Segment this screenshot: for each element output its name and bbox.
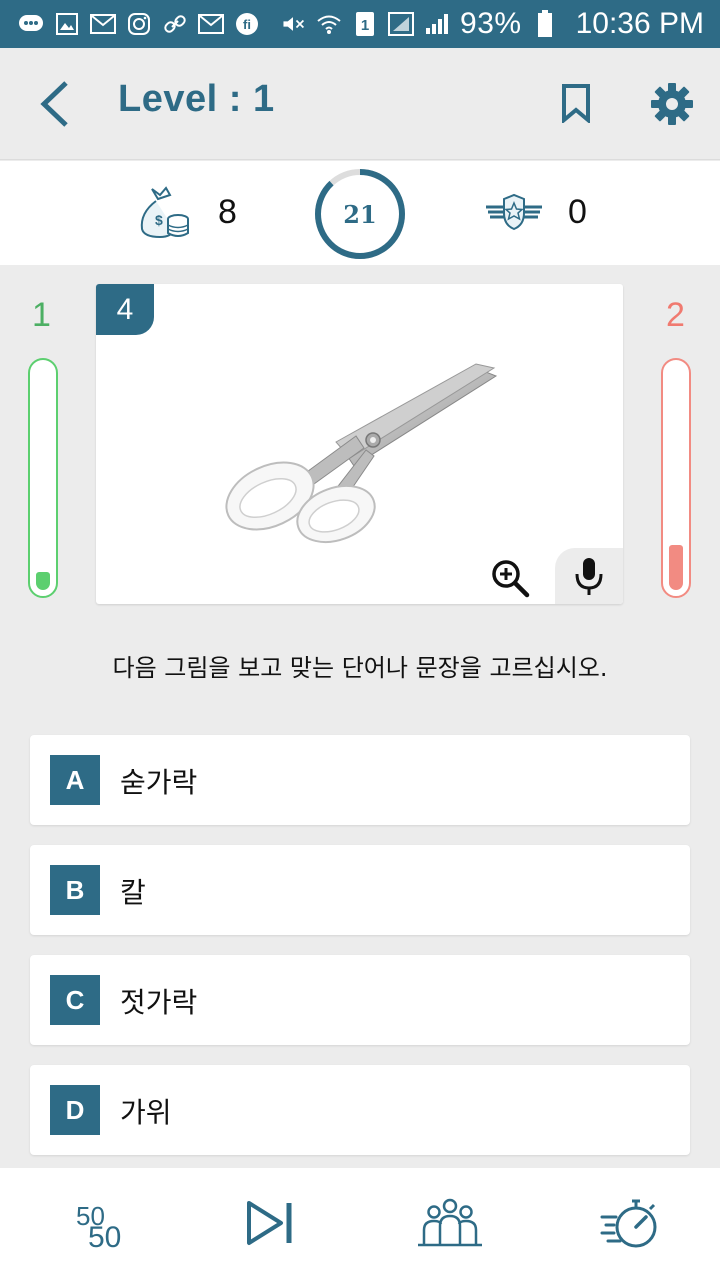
microphone-icon: [575, 558, 603, 595]
coins-count: 8: [218, 193, 237, 231]
answer-text: 젓가락: [120, 986, 198, 1019]
wifi-icon: [316, 11, 342, 37]
messages-icon: [18, 11, 44, 37]
app-icon: fi: [234, 11, 260, 37]
clock: 10:36 PM: [575, 7, 704, 40]
question-number: 4: [96, 284, 154, 335]
skip-icon: [247, 1201, 292, 1245]
mute-icon: [280, 11, 306, 37]
wrong-count: 2: [666, 296, 685, 334]
svg-text:fi: fi: [243, 17, 251, 32]
microphone-button[interactable]: [555, 548, 623, 604]
signal-icon: [424, 11, 450, 37]
scissors-image: [225, 363, 498, 544]
audience-button[interactable]: [410, 1190, 490, 1256]
answer-text: 숟가락: [120, 766, 198, 799]
signal-icon: [388, 11, 415, 37]
status-bar: fi 1 93% 10:36 PM: [0, 0, 720, 48]
gear-icon: [651, 83, 693, 125]
zoom-button[interactable]: [488, 556, 532, 600]
back-button[interactable]: [30, 76, 78, 132]
answer-letter: D: [50, 1085, 100, 1135]
fifty-fifty-button[interactable]: 50 50: [52, 1190, 132, 1256]
battery-icon: [532, 10, 558, 37]
wrong-meter: [661, 358, 691, 598]
chevron-left-icon: [40, 81, 68, 127]
answer-text: 칼: [120, 876, 146, 909]
winged-badge-icon: [486, 193, 542, 231]
gallery-icon: [54, 11, 80, 37]
money-bag-icon: $: [140, 186, 189, 239]
page-title: Level : 1: [118, 78, 275, 120]
badges-count: 0: [568, 193, 587, 231]
settings-button[interactable]: [648, 80, 696, 128]
answer-letter: B: [50, 865, 100, 915]
stopwatch-icon: [600, 1199, 657, 1248]
score-strip: $ 8 21 0: [0, 161, 720, 265]
fifty-bottom: 50: [88, 1221, 122, 1254]
wrong-meter-fill: [669, 545, 683, 590]
countdown-value: 21: [343, 199, 377, 229]
notification-icons: fi: [18, 11, 260, 37]
svg-text:$: $: [155, 212, 163, 228]
question-card: 4: [96, 284, 623, 604]
answer-option-b[interactable]: B 칼: [30, 845, 690, 935]
correct-meter-fill: [36, 572, 50, 590]
lifeline-bar: 50 50: [0, 1168, 720, 1280]
question-prompt: 다음 그림을 보고 맞는 단어나 문장을 고르십시오.: [112, 654, 608, 682]
answer-option-a[interactable]: A 숟가락: [30, 735, 690, 825]
bookmark-icon: [562, 84, 590, 123]
answer-option-d[interactable]: D 가위: [30, 1065, 690, 1155]
skip-button[interactable]: [230, 1190, 310, 1256]
add-time-button[interactable]: [590, 1190, 670, 1256]
answer-letter: A: [50, 755, 100, 805]
answer-letter: C: [50, 975, 100, 1025]
fifty-fifty-icon: 50 50: [62, 1195, 122, 1254]
zoom-in-icon: [492, 560, 530, 598]
correct-meter: [28, 358, 58, 598]
correct-count: 1: [32, 296, 51, 334]
audience-icon: [418, 1198, 482, 1247]
link-icon: [162, 11, 188, 37]
sim-icon: 1: [352, 11, 378, 37]
svg-text:1: 1: [361, 17, 369, 34]
gmail-icon: [90, 11, 116, 37]
bookmark-button[interactable]: [556, 80, 596, 126]
instagram-icon: [126, 11, 152, 37]
system-icons: 1 93% 10:36 PM: [280, 7, 704, 41]
app-header: Level : 1: [0, 48, 720, 160]
gmail-icon: [198, 11, 224, 37]
battery-percent: 93%: [460, 7, 522, 40]
answer-text: 가위: [120, 1096, 172, 1129]
answer-option-c[interactable]: C 젓가락: [30, 955, 690, 1045]
